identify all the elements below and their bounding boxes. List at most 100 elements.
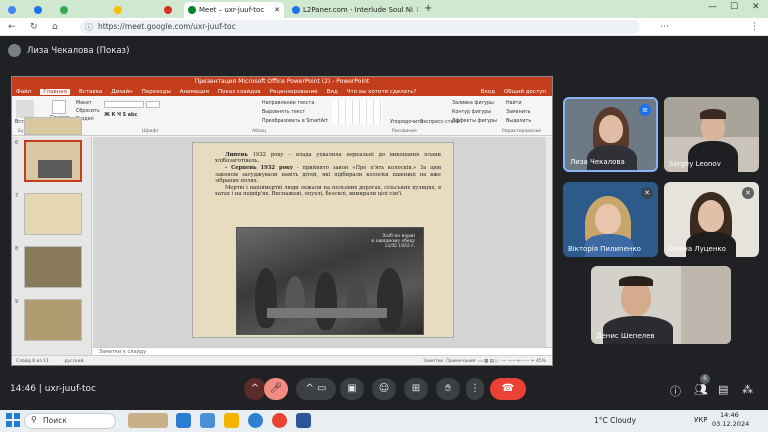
maximize-icon[interactable]: ☐ [730,2,738,12]
folder-icon[interactable] [224,413,239,428]
browser-tab[interactable] [30,2,52,18]
arrange-button[interactable]: Упорядочить [390,120,423,125]
extensions-icon[interactable]: ⋯ [660,21,669,33]
smartart-button[interactable]: Преобразовать в SmartArt [262,119,328,124]
participant-face [698,200,724,232]
ppt-tab-file[interactable]: Файл [16,89,31,95]
notes-toggle[interactable]: Заметки [423,359,443,364]
tab-favicon-icon [34,6,42,14]
participant-tile[interactable]: ≡ Лиза Чекалова [563,97,658,172]
ppt-tab-insert[interactable]: Вставка [79,89,102,95]
participants-count-badge: 6 [700,374,710,384]
close-icon[interactable]: ✕ [416,6,418,14]
slide-thumbnail-selected[interactable] [24,140,82,182]
scrollbar[interactable] [546,137,552,347]
participant-tile[interactable]: ✕ Олена Луценко [664,182,759,257]
tab-favicon-icon [60,6,68,14]
paste-icon[interactable] [16,100,34,118]
notes-pane[interactable]: Заметки к слайду [93,347,552,355]
captions-button[interactable]: ▣ [340,378,364,400]
meeting-time-and-code: 14:46 | uxr-juuf-toc [10,384,96,394]
tab-meet[interactable]: Meet – uxr-juuf-toc ✕ [184,2,284,18]
ppt-tab-home[interactable]: Главная [40,88,70,95]
reload-icon[interactable]: ↻ [30,21,38,33]
participant-tile[interactable]: ✕ Вікторія Пилипенко [563,182,658,257]
windows-start-icon[interactable] [6,413,20,427]
browser-tab[interactable] [110,2,132,18]
chat-icon[interactable]: ▤ [718,383,728,396]
language-status: русский [64,359,84,364]
present-button[interactable]: ⊞ [404,378,428,400]
address-bar[interactable]: https://meet.google.com/uxr-juuf-toc [80,20,640,34]
ppt-tell-me[interactable]: Что вы хотите сделать? [347,89,417,95]
participant-tile[interactable]: Sergey Leonov [664,97,759,172]
mic-toggle-button[interactable]: 🎤︎ [264,378,288,400]
people-icon[interactable]: 👥︎ [694,383,708,396]
home-icon[interactable]: ⌂ [52,21,58,33]
reset-button[interactable]: Сбросить [76,109,100,114]
ppt-signin[interactable]: Вход [481,89,495,95]
layout-button[interactable]: Макет [76,101,92,106]
align-text-button[interactable]: Выровнять текст [262,110,305,115]
menu-icon[interactable]: ⋮ [750,21,759,33]
font-size-select[interactable] [146,101,160,108]
ppt-tab-review[interactable]: Рецензирование [270,89,318,95]
mic-options-button[interactable]: ^ [244,378,266,400]
ppt-tab-animation[interactable]: Анимация [180,89,209,95]
participant-face [595,204,621,234]
ppt-tab-slideshow[interactable]: Показ слайдов [218,89,261,95]
bold-icon[interactable]: Ж К Ч S abc [104,113,137,118]
select-button[interactable]: Выделить [506,119,531,124]
word-icon[interactable] [296,413,311,428]
site-info-icon[interactable]: ⓘ [85,22,93,33]
slide-thumbnail[interactable] [24,117,82,135]
font-name-select[interactable] [104,101,144,108]
weather-widget[interactable]: 1°C Cloudy [594,416,636,425]
raise-hand-button[interactable]: ✋︎ [436,378,460,400]
find-button[interactable]: Найти [506,101,522,106]
clock-time[interactable]: 14:46 [720,411,739,419]
camera-button[interactable]: ^ ▭ [296,378,336,400]
ppt-tab-design[interactable]: Дизайн [111,89,132,95]
close-icon[interactable]: ✕ [274,6,280,14]
activities-icon[interactable]: ⁂ [742,383,753,396]
taskbar-widget-thumbnail[interactable] [128,413,168,428]
taskbar-search[interactable]: Поиск [24,413,116,429]
tab-l2paner[interactable]: L2Paner.com - Interlude Soul Ni✕ [288,2,418,18]
ppt-tab-view[interactable]: Вид [327,89,338,95]
file-explorer-icon[interactable] [176,413,191,428]
edge-icon[interactable] [248,413,263,428]
reactions-button[interactable]: ☺ [372,378,396,400]
back-icon[interactable]: ← [8,21,16,33]
text-direction-button[interactable]: Направление текста [262,101,314,106]
group-paragraph-label: Абзац [252,129,267,134]
minimize-icon[interactable]: — [708,2,717,12]
ppt-share-button[interactable]: Общий доступ [504,89,546,95]
language-indicator[interactable]: УКР [694,416,707,424]
close-window-icon[interactable]: ✕ [752,2,760,12]
browser-tab[interactable] [160,2,182,18]
slide-thumbnail[interactable] [24,246,82,288]
ppt-tab-transitions[interactable]: Переходы [142,89,171,95]
new-tab-icon[interactable]: + [424,3,432,14]
comments-toggle[interactable]: Примечания [446,359,475,364]
slide-thumbnail[interactable] [24,193,82,235]
chrome-icon[interactable] [272,413,287,428]
clock-date[interactable]: 03.12.2024 [712,420,749,428]
app-icon[interactable] [200,413,215,428]
zoom-level[interactable]: 45% [536,359,546,364]
new-slide-icon[interactable] [52,100,66,114]
shapes-gallery[interactable] [332,100,382,124]
shape-effects-button[interactable]: Эффекты фигуры [452,119,497,124]
participant-tile[interactable]: Денис Шепелев [591,266,731,344]
shape-fill-button[interactable]: Заливка фигуры [452,101,494,106]
browser-tab[interactable] [4,2,26,18]
leave-call-button[interactable]: ☎ [490,378,526,400]
current-slide[interactable]: Липень 1932 року – влада ухвалила нереал… [192,142,454,338]
info-icon[interactable]: ⓘ [670,383,681,399]
shape-outline-button[interactable]: Контур фигуры [452,110,491,115]
more-options-button[interactable]: ⋮ [466,378,484,400]
replace-button[interactable]: Заменить [506,110,530,115]
slide-thumbnail[interactable] [24,299,82,341]
browser-tab[interactable] [56,2,78,18]
